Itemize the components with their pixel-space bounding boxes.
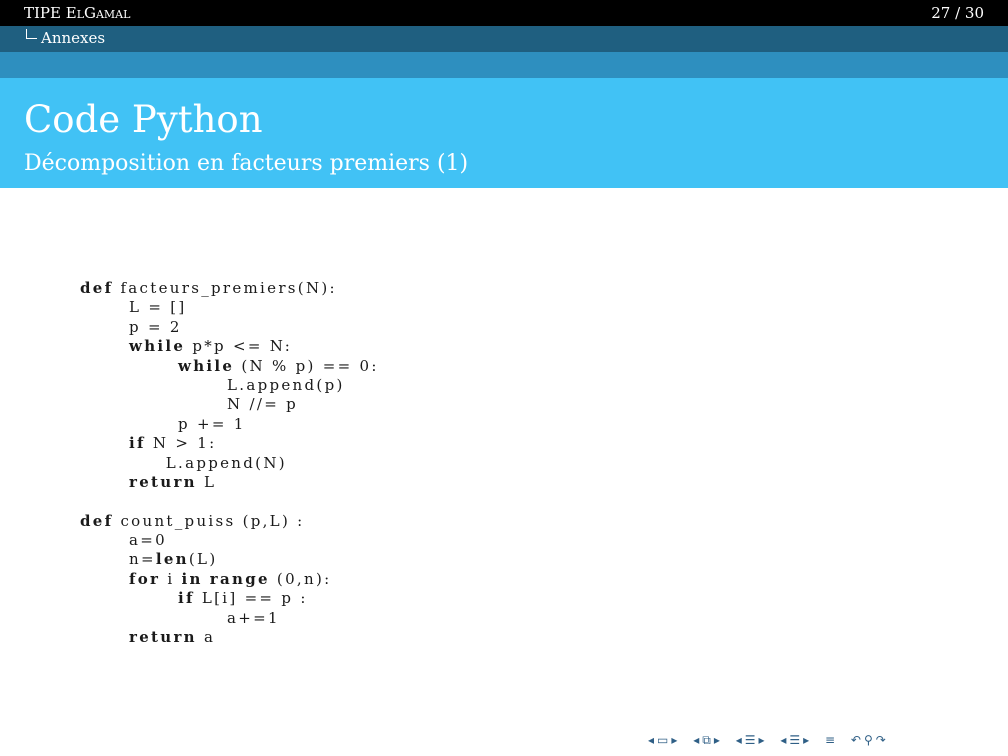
code-text: L[i] == p : <box>194 589 308 608</box>
code-text: p*p <= N: <box>185 337 293 356</box>
code-line: while (N % p) == 0: <box>80 357 379 376</box>
page-counter: 27 / 30 <box>931 4 984 22</box>
undo-icon[interactable]: ↶ <box>851 733 861 747</box>
section-corner-icon <box>26 29 37 39</box>
header-stripe <box>0 52 1008 78</box>
frame-icon[interactable]: ▭ <box>657 733 668 747</box>
code-text: a <box>196 628 216 647</box>
slide-title-block: Code Python Décomposition en facteurs pr… <box>0 78 1008 188</box>
code-line: for i in range (0,n): <box>80 570 379 589</box>
code-text: N > 1: <box>145 434 217 453</box>
code-text: n= <box>129 550 156 569</box>
code-keyword: len <box>155 550 189 569</box>
slide-title: Code Python <box>24 98 263 141</box>
code-keyword: return <box>129 472 197 491</box>
document-title: TIPE ElGamal <box>24 4 131 22</box>
section-label: Annexes <box>41 29 106 47</box>
code-keyword: range <box>209 569 270 588</box>
code-text: L = [] <box>129 298 187 317</box>
code-text: a+=1 <box>227 608 280 627</box>
code-keyword: while <box>129 337 186 356</box>
code-text: count_puiss (p,L) : <box>113 511 305 530</box>
code-line: if L[i] == p : <box>80 589 379 608</box>
code-line: if N > 1: <box>80 434 379 453</box>
code-block: def facteurs_premiers(N): L = [] p = 2 whil… <box>80 279 379 647</box>
code-line: n=len(L) <box>80 550 379 569</box>
code-keyword: if <box>129 434 146 453</box>
code-text: facteurs_premiers(N): <box>113 279 337 297</box>
next-frame-icon[interactable]: ▸ <box>671 733 677 747</box>
code-text: (L) <box>188 550 218 569</box>
search-icon[interactable]: ⚲ <box>864 733 873 747</box>
redo-icon[interactable]: ↷ <box>876 733 886 747</box>
code-line: a+=1 <box>80 609 379 628</box>
section-bar: Annexes <box>0 26 1008 52</box>
code-line: L = [] <box>80 298 379 317</box>
code-line: return L <box>80 473 379 492</box>
code-text: N //= p <box>227 395 299 414</box>
code-keyword: return <box>129 628 197 647</box>
code-line: a=0 <box>80 531 379 550</box>
next-part-icon[interactable]: ▸ <box>803 733 809 747</box>
section-icon[interactable]: ☰ <box>745 733 756 747</box>
code-keyword: if <box>178 589 195 608</box>
prev-subsection-icon[interactable]: ◂ <box>693 733 699 747</box>
next-subsection-icon[interactable]: ▸ <box>714 733 720 747</box>
code-line: def count_puiss (p,L) : <box>80 512 379 531</box>
code-keyword: def <box>80 511 114 530</box>
slide-subtitle: Décomposition en facteurs premiers (1) <box>24 151 469 176</box>
code-line: L.append(N) <box>80 454 379 473</box>
code-line: N //= p <box>80 395 379 414</box>
code-line: p += 1 <box>80 415 379 434</box>
subsection-icon[interactable]: ⧉ <box>702 733 711 748</box>
code-keyword: while <box>178 356 235 375</box>
code-text: (N % p) == 0: <box>234 356 379 375</box>
code-text: L <box>196 472 217 491</box>
code-line: p = 2 <box>80 318 379 337</box>
prev-frame-icon[interactable]: ◂ <box>648 733 654 747</box>
code-keyword: for <box>129 569 161 588</box>
code-line: L.append(p) <box>80 376 379 395</box>
align-icon[interactable]: ≡ <box>825 733 835 747</box>
code-text: i <box>160 569 182 588</box>
code-line: return a <box>80 628 379 647</box>
code-keyword: in <box>181 569 203 588</box>
code-line: def facteurs_premiers(N): <box>80 279 379 298</box>
code-text: L.append(N) <box>165 453 287 472</box>
prev-part-icon[interactable]: ◂ <box>780 733 786 747</box>
beamer-navigation: ◂ ▭ ▸ ◂ ⧉ ▸ ◂ ☰ ▸ ◂ ☰ ▸ ≡ ↶ ⚲ ↷ <box>648 733 889 749</box>
code-keyword: def <box>80 279 114 297</box>
part-icon[interactable]: ☰ <box>789 733 800 747</box>
next-section-icon[interactable]: ▸ <box>759 733 765 747</box>
code-text: L.append(p) <box>227 375 345 394</box>
header-bar: TIPE ElGamal 27 / 30 <box>0 0 1008 26</box>
code-line: while p*p <= N: <box>80 337 379 356</box>
code-text: (0,n): <box>269 569 332 588</box>
code-text: p = 2 <box>129 317 182 336</box>
code-text: p += 1 <box>178 414 246 433</box>
code-text: a=0 <box>129 531 167 550</box>
prev-section-icon[interactable]: ◂ <box>736 733 742 747</box>
